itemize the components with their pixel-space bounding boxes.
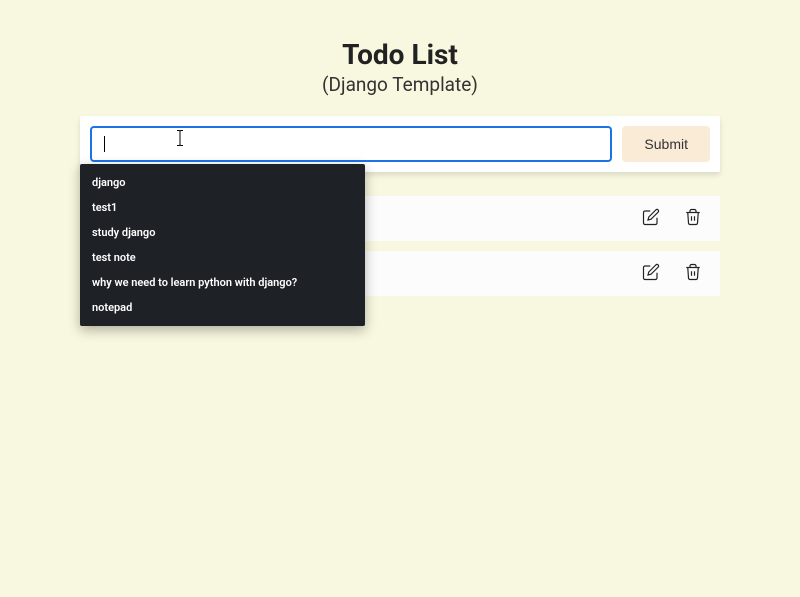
todo-actions bbox=[640, 206, 704, 231]
delete-button[interactable] bbox=[682, 206, 704, 231]
submit-button[interactable]: Submit bbox=[622, 126, 710, 162]
page-title: Todo List bbox=[80, 38, 720, 71]
trash-icon bbox=[684, 208, 702, 229]
trash-icon bbox=[684, 263, 702, 284]
edit-button[interactable] bbox=[640, 206, 662, 231]
page-subtitle: (Django Template) bbox=[80, 73, 720, 96]
edit-button[interactable] bbox=[640, 261, 662, 286]
autocomplete-item[interactable]: test1 bbox=[80, 195, 365, 220]
autocomplete-item[interactable]: why we need to learn python with django? bbox=[80, 270, 365, 295]
autocomplete-dropdown: django test1 study django test note why … bbox=[80, 164, 365, 326]
delete-button[interactable] bbox=[682, 261, 704, 286]
edit-icon bbox=[642, 263, 660, 284]
autocomplete-item[interactable]: study django bbox=[80, 220, 365, 245]
autocomplete-item[interactable]: django bbox=[80, 170, 365, 195]
autocomplete-item[interactable]: test note bbox=[80, 245, 365, 270]
todo-input[interactable] bbox=[90, 126, 612, 162]
todo-actions bbox=[640, 261, 704, 286]
input-row: Submit django test1 study django test no… bbox=[80, 116, 720, 172]
autocomplete-item[interactable]: notepad bbox=[80, 295, 365, 320]
edit-icon bbox=[642, 208, 660, 229]
text-caret bbox=[104, 136, 105, 152]
